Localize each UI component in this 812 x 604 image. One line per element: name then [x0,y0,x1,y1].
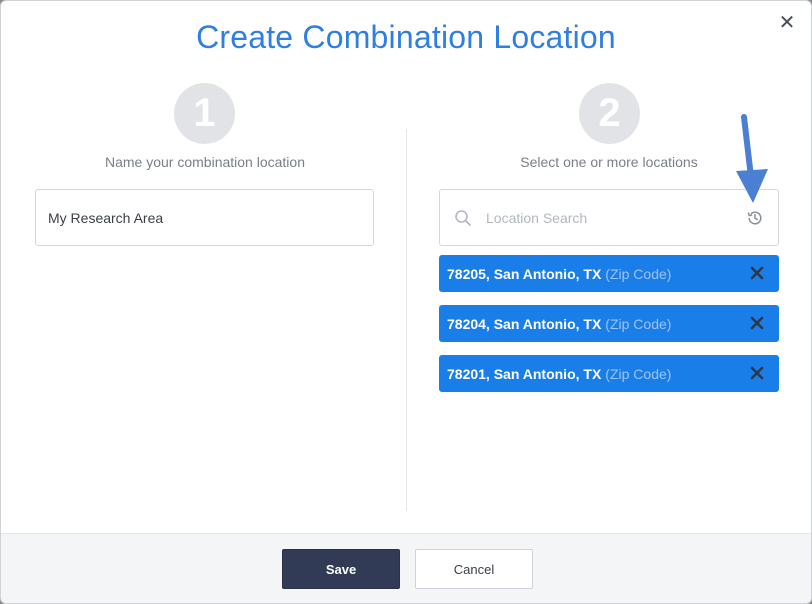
dialog-title: Create Combination Location [196,19,616,55]
arrow-down-icon [736,114,768,203]
combination-name-input[interactable] [35,189,374,246]
location-search-box [439,189,779,246]
location-name: 78204, San Antonio, TX [447,315,602,332]
location-search-input[interactable] [484,204,734,232]
create-combination-location-dialog: ✕ Create Combination Location 1 Name you… [0,0,812,604]
selected-location-item: 78204, San Antonio, TX (Zip Code) [439,305,779,342]
step-2-badge: 2 [579,83,640,144]
location-name: 78205, San Antonio, TX [447,265,602,282]
remove-icon[interactable] [749,315,765,331]
save-button[interactable]: Save [282,549,400,589]
history-icon[interactable] [746,209,764,227]
remove-icon[interactable] [749,265,765,281]
cancel-button[interactable]: Cancel [415,549,533,589]
location-type: (Zip Code) [605,315,672,332]
search-icon [455,210,471,226]
location-name: 78201, San Antonio, TX [447,365,602,382]
location-type: (Zip Code) [605,365,672,382]
step-1-label: Name your combination location [105,154,305,170]
dialog-footer: Save Cancel [1,533,811,603]
location-type: (Zip Code) [605,265,672,282]
selected-location-item: 78201, San Antonio, TX (Zip Code) [439,355,779,392]
selected-location-item: 78205, San Antonio, TX (Zip Code) [439,255,779,292]
column-divider [406,129,407,511]
remove-icon[interactable] [749,365,765,381]
step-1-badge: 1 [174,83,235,144]
step-2-label: Select one or more locations [520,154,698,170]
